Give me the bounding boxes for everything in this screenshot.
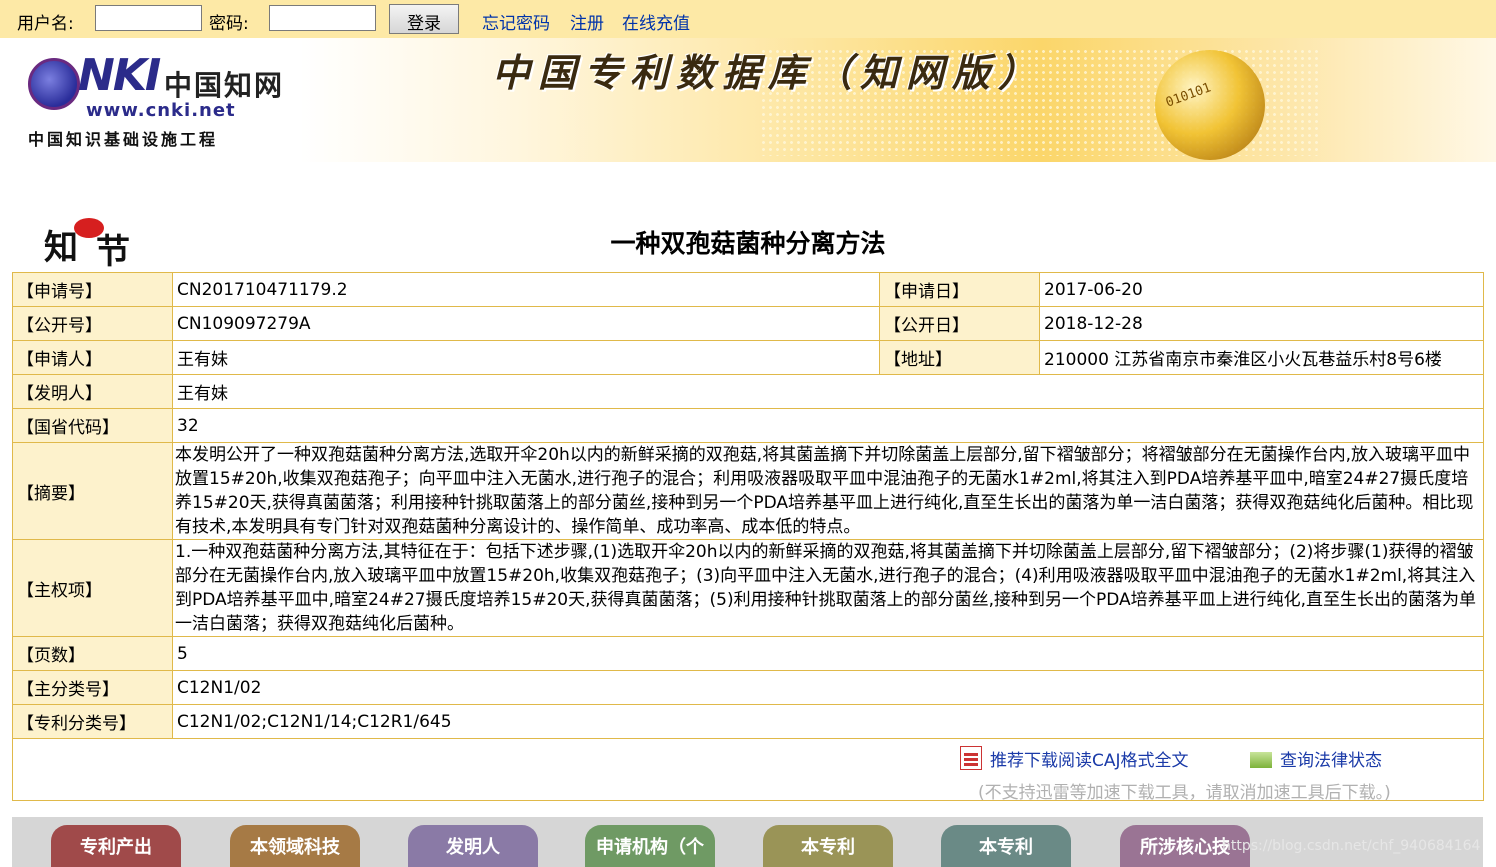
application-date: 2017-06-20 [1039, 272, 1484, 307]
field-label: 【申请人】 [12, 340, 173, 375]
database-title: 中国专利数据库（知网版） [492, 51, 1045, 95]
download-notice: (不支持迅雷等加速下载工具，请取消加速工具后下载。) [978, 783, 1391, 803]
cnki-logo-icon [28, 58, 80, 110]
username-input[interactable] [95, 5, 202, 31]
table-row: 【国省代码】 32 [12, 408, 1484, 443]
login-button[interactable]: 登录 [389, 4, 459, 34]
table-row: 【申请号】 CN201710471179.2 【申请日】 2017-06-20 [12, 272, 1484, 307]
patent-title: 一种双孢菇菌种分离方法 [610, 229, 886, 258]
tab-field-tech[interactable]: 本领域科技 [230, 825, 360, 867]
tab-patent-output[interactable]: 专利产出 [51, 825, 181, 867]
table-row: 【主权项】 1.一种双孢菇菌种分离方法,其特征在于：包括下述步骤,(1)选取开伞… [12, 539, 1484, 637]
password-input[interactable] [269, 5, 376, 31]
field-label: 【地址】 [879, 340, 1040, 375]
recharge-link[interactable]: 在线充值 [622, 9, 690, 34]
field-label: 【专利分类号】 [12, 704, 173, 739]
cnki-logo-mark: NKI [78, 50, 161, 101]
publication-number: CN109097279A [172, 306, 880, 341]
table-row: 【摘要】 本发明公开了一种双孢菇菌种分离方法,选取开伞20h以内的新鲜采摘的双孢… [12, 442, 1484, 540]
table-row: 【专利分类号】 C12N1/02;C12N1/14;C12R1/645 [12, 704, 1484, 739]
tab-inventor[interactable]: 发明人 [408, 825, 538, 867]
pdf-icon[interactable] [960, 746, 982, 770]
username-label: 用户名: [17, 14, 74, 34]
tab-this-patent[interactable]: 本专利 [763, 825, 893, 867]
patent-classification: C12N1/02;C12N1/14;C12R1/645 [172, 704, 1484, 739]
page-count: 5 [172, 636, 1484, 671]
register-link[interactable]: 注册 [570, 9, 604, 34]
table-row: 【主分类号】 C12N1/02 [12, 670, 1484, 705]
field-label: 【申请号】 [12, 272, 173, 307]
field-label: 【公开号】 [12, 306, 173, 341]
publication-date: 2018-12-28 [1039, 306, 1484, 341]
cnki-logo[interactable]: NKI 中国知网 www.cnki.net 中国知识基础设施工程 [28, 50, 288, 152]
field-label: 【国省代码】 [12, 408, 173, 443]
logo-url: www.cnki.net [86, 100, 236, 121]
password-label: 密码: [209, 14, 249, 34]
province-code: 32 [172, 408, 1484, 443]
field-label: 【主分类号】 [12, 670, 173, 705]
abstract-text: 本发明公开了一种双孢菇菌种分离方法,选取开伞20h以内的新鲜采摘的双孢菇,将其菌… [172, 442, 1484, 540]
field-label: 【主权项】 [12, 539, 173, 637]
table-row: 【公开号】 CN109097279A 【公开日】 2018-12-28 [12, 306, 1484, 341]
main-claim-text: 1.一种双孢菇菌种分离方法,其特征在于：包括下述步骤,(1)选取开伞20h以内的… [172, 539, 1484, 637]
logo-cn-name: 中国知网 [164, 69, 285, 102]
field-label: 【申请日】 [879, 272, 1040, 307]
address: 210000 江苏省南京市秦淮区小火瓦巷益乐村8号6楼 [1039, 340, 1484, 375]
applicant: 王有妹 [172, 340, 880, 375]
forgot-password-link[interactable]: 忘记密码 [482, 9, 550, 34]
patent-info-table: 【申请号】 CN201710471179.2 【申请日】 2017-06-20 … [12, 272, 1484, 801]
table-row: 【发明人】 王有妹 [12, 374, 1484, 409]
application-number: CN201710471179.2 [172, 272, 880, 307]
field-label: 【摘要】 [12, 442, 173, 540]
download-caj-link[interactable]: 推荐下载阅读CAJ格式全文 [990, 746, 1189, 771]
table-row: 【申请人】 王有妹 【地址】 210000 江苏省南京市秦淮区小火瓦巷益乐村8号… [12, 340, 1484, 375]
watermark: https://blog.csdn.net/chf_940684164 [1222, 838, 1481, 854]
login-bar: 用户名: 密码: 登录 忘记密码 注册 在线充值 [0, 0, 1496, 38]
logo-subtitle: 中国知识基础设施工程 [28, 130, 219, 149]
legal-status-link[interactable]: 查询法律状态 [1280, 746, 1382, 771]
main-classification: C12N1/02 [172, 670, 1484, 705]
table-row: 【页数】 5 [12, 636, 1484, 671]
tab-applicant-org[interactable]: 申请机构（个 [585, 825, 715, 867]
tab-this-patent-2[interactable]: 本专利 [941, 825, 1071, 867]
inventor: 王有妹 [172, 374, 1484, 409]
legal-status-icon[interactable] [1250, 752, 1272, 768]
field-label: 【公开日】 [879, 306, 1040, 341]
field-label: 【发明人】 [12, 374, 173, 409]
field-label: 【页数】 [12, 636, 173, 671]
